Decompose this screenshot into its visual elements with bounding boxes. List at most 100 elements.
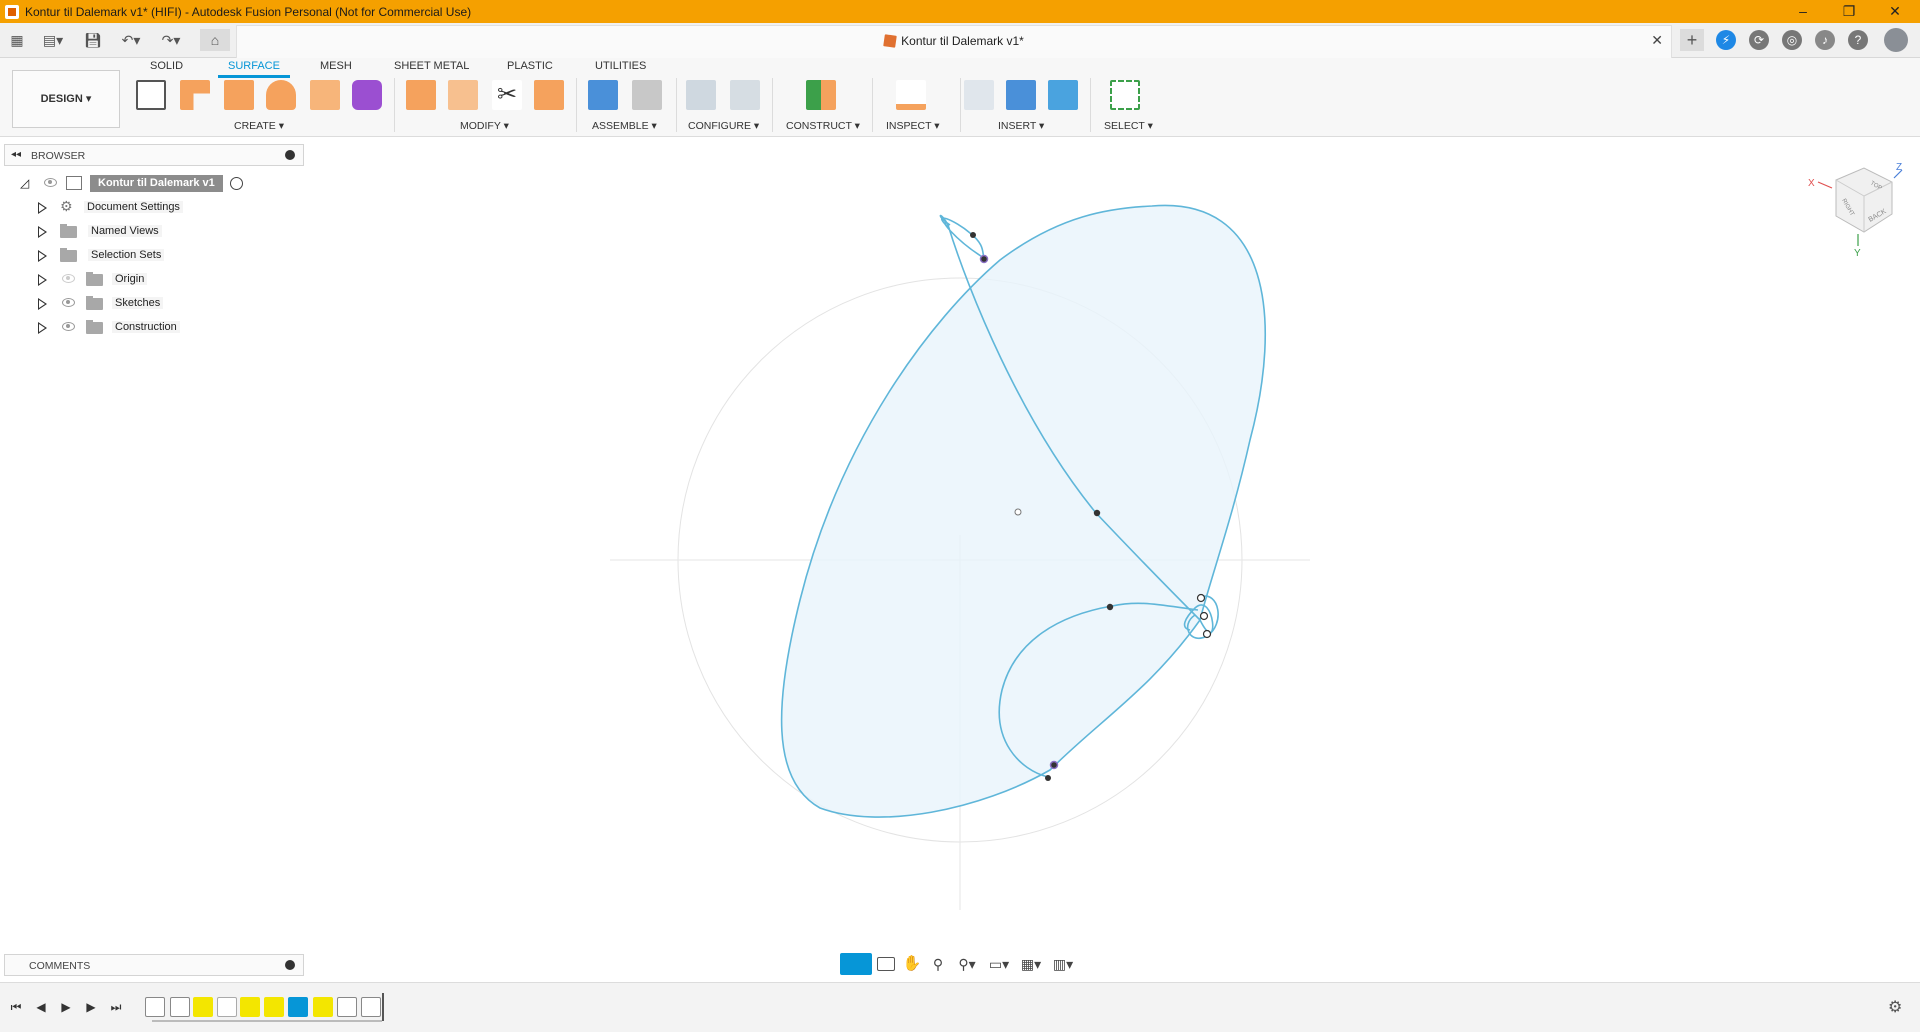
hidden-eye-icon[interactable] — [62, 274, 75, 283]
root-collapse-triangle-icon[interactable]: ◿ — [20, 176, 29, 190]
new-component-icon[interactable] — [588, 80, 618, 110]
timeline-sketch-icon[interactable] — [361, 997, 381, 1017]
select-group-label[interactable]: SELECT ▾ — [1104, 120, 1153, 132]
job-status-icon[interactable]: ⟳ — [1749, 30, 1769, 50]
sketch-point[interactable] — [1196, 593, 1206, 603]
timeline-component-icon[interactable] — [288, 997, 308, 1017]
save-icon[interactable]: 💾︎ — [82, 29, 104, 51]
expand-triangle-icon[interactable] — [38, 322, 47, 334]
expand-triangle-icon[interactable] — [38, 274, 47, 286]
configure-group-label[interactable]: CONFIGURE ▾ — [688, 120, 759, 132]
design-canvas[interactable] — [0, 137, 1920, 982]
look-at-icon[interactable] — [877, 957, 895, 971]
help-icon[interactable]: ? — [1848, 30, 1868, 50]
sketch-point[interactable] — [979, 254, 989, 264]
browser-minimize-icon[interactable] — [285, 150, 295, 160]
comments-panel-header[interactable]: COMMENTS — [4, 954, 304, 976]
timeline-patch-icon[interactable] — [193, 997, 213, 1017]
document-tab[interactable]: Kontur til Dalemark v1* ✕ — [236, 25, 1672, 58]
display-settings-icon[interactable]: ▭▾ — [984, 953, 1014, 975]
undo-icon[interactable]: ↶▾ — [116, 29, 146, 51]
create-sketch-icon[interactable] — [136, 80, 166, 110]
orbit-icon[interactable] — [840, 953, 872, 975]
tab-surface[interactable]: SURFACE — [218, 58, 290, 78]
browser-item-named-views[interactable]: Named Views — [0, 222, 260, 242]
fit-zoom-icon[interactable]: ⚲▾ — [952, 953, 982, 975]
activate-radio-icon[interactable] — [230, 177, 243, 190]
configuration-table-icon[interactable] — [730, 80, 760, 110]
workspace-switcher-button[interactable]: DESIGN ▾ — [12, 70, 120, 128]
sketch-point[interactable] — [970, 232, 976, 238]
redo-icon[interactable]: ↷▾ — [156, 29, 186, 51]
grid-settings-icon[interactable]: ▦▾ — [1016, 953, 1046, 975]
viewcube[interactable]: BACK RIGHT TOP X Y Z — [1806, 160, 1906, 260]
browser-item-construction[interactable]: Construction — [0, 318, 260, 338]
step-forward-icon[interactable]: ▶ — [83, 999, 99, 1015]
tab-mesh[interactable]: MESH — [320, 58, 352, 74]
browser-item-selection-sets[interactable]: Selection Sets — [0, 246, 260, 266]
go-to-start-icon[interactable]: ⏮ — [8, 999, 24, 1015]
insert-mesh-icon[interactable] — [1006, 80, 1036, 110]
insert-derive-icon[interactable] — [964, 80, 994, 110]
timeline-sketch-icon[interactable] — [145, 997, 165, 1017]
offset-plane-icon[interactable] — [806, 80, 836, 110]
timeline-curve-icon[interactable] — [217, 997, 237, 1017]
app-grid-icon[interactable]: ▦ — [6, 29, 28, 51]
browser-root-label[interactable]: Kontur til Dalemark v1 — [90, 175, 223, 192]
document-tab-close-icon[interactable]: ✕ — [1651, 32, 1663, 49]
sketch-point[interactable] — [1106, 603, 1114, 611]
expand-triangle-icon[interactable] — [38, 250, 47, 262]
loft-icon[interactable] — [310, 80, 340, 110]
revolve-icon[interactable] — [266, 80, 296, 110]
user-avatar[interactable] — [1884, 28, 1908, 52]
timeline-settings-gear-icon[interactable]: ⚙ — [1888, 997, 1906, 1016]
construct-group-label[interactable]: CONSTRUCT ▾ — [786, 120, 860, 132]
maximize-button[interactable]: ❐ — [1826, 0, 1872, 23]
create-group-label[interactable]: CREATE ▾ — [234, 120, 284, 132]
browser-root-row[interactable]: ◿ Kontur til Dalemark v1 — [0, 174, 260, 194]
assemble-group-label[interactable]: ASSEMBLE ▾ — [592, 120, 657, 132]
notifications-bell-icon[interactable]: ♪ — [1815, 30, 1835, 50]
modify-group-label[interactable]: MODIFY ▾ — [460, 120, 509, 132]
expand-triangle-icon[interactable] — [38, 226, 47, 238]
offset-surface-icon[interactable] — [406, 80, 436, 110]
tab-solid[interactable]: SOLID — [150, 58, 183, 74]
home-icon[interactable]: ⌂ — [200, 29, 230, 51]
viewports-icon[interactable]: ▥▾ — [1048, 953, 1078, 975]
joint-icon[interactable] — [632, 80, 662, 110]
sketch-point[interactable] — [1093, 509, 1101, 517]
expand-triangle-icon[interactable] — [38, 298, 47, 310]
tab-plastic[interactable]: PLASTIC — [507, 58, 553, 74]
measure-icon[interactable] — [896, 80, 926, 110]
delete-surface-icon[interactable] — [448, 80, 478, 110]
go-to-end-icon[interactable]: ⏭ — [108, 999, 124, 1015]
extensions-icon[interactable]: ⚡ — [1716, 30, 1736, 50]
tab-utilities[interactable]: UTILITIES — [595, 58, 646, 74]
browser-panel-header[interactable]: ◂◂ BROWSER — [4, 144, 304, 166]
sketch-profile-surface[interactable] — [780, 204, 1267, 818]
browser-item-origin[interactable]: Origin — [0, 270, 260, 290]
timeline-extrude-icon[interactable] — [240, 997, 260, 1017]
browser-item-document-settings[interactable]: ⚙ Document Settings — [0, 198, 260, 218]
play-icon[interactable]: ▶ — [58, 999, 74, 1015]
configure-icon[interactable] — [686, 80, 716, 110]
comments-add-icon[interactable] — [285, 960, 295, 970]
sketch-point[interactable] — [1045, 775, 1051, 781]
step-back-icon[interactable]: ◀ — [33, 999, 49, 1015]
insert-canvas-image-icon[interactable] — [1048, 80, 1078, 110]
visibility-eye-icon[interactable] — [44, 178, 57, 187]
select-window-icon[interactable] — [1110, 80, 1140, 110]
timeline-sketch-icon[interactable] — [337, 997, 357, 1017]
visibility-eye-icon[interactable] — [62, 298, 75, 307]
timeline-sketch-icon[interactable] — [170, 997, 190, 1017]
browser-item-sketches[interactable]: Sketches — [0, 294, 260, 314]
timeline-marker[interactable] — [382, 993, 384, 1021]
patch-icon[interactable] — [224, 80, 254, 110]
extrude-icon[interactable] — [180, 80, 210, 110]
new-tab-plus-icon[interactable]: + — [1680, 29, 1704, 51]
minimize-button[interactable]: – — [1780, 0, 1826, 23]
trim-scissors-icon[interactable]: ✂ — [492, 80, 522, 110]
insert-group-label[interactable]: INSERT ▾ — [998, 120, 1044, 132]
create-form-icon[interactable] — [352, 80, 382, 110]
visibility-eye-icon[interactable] — [62, 322, 75, 331]
